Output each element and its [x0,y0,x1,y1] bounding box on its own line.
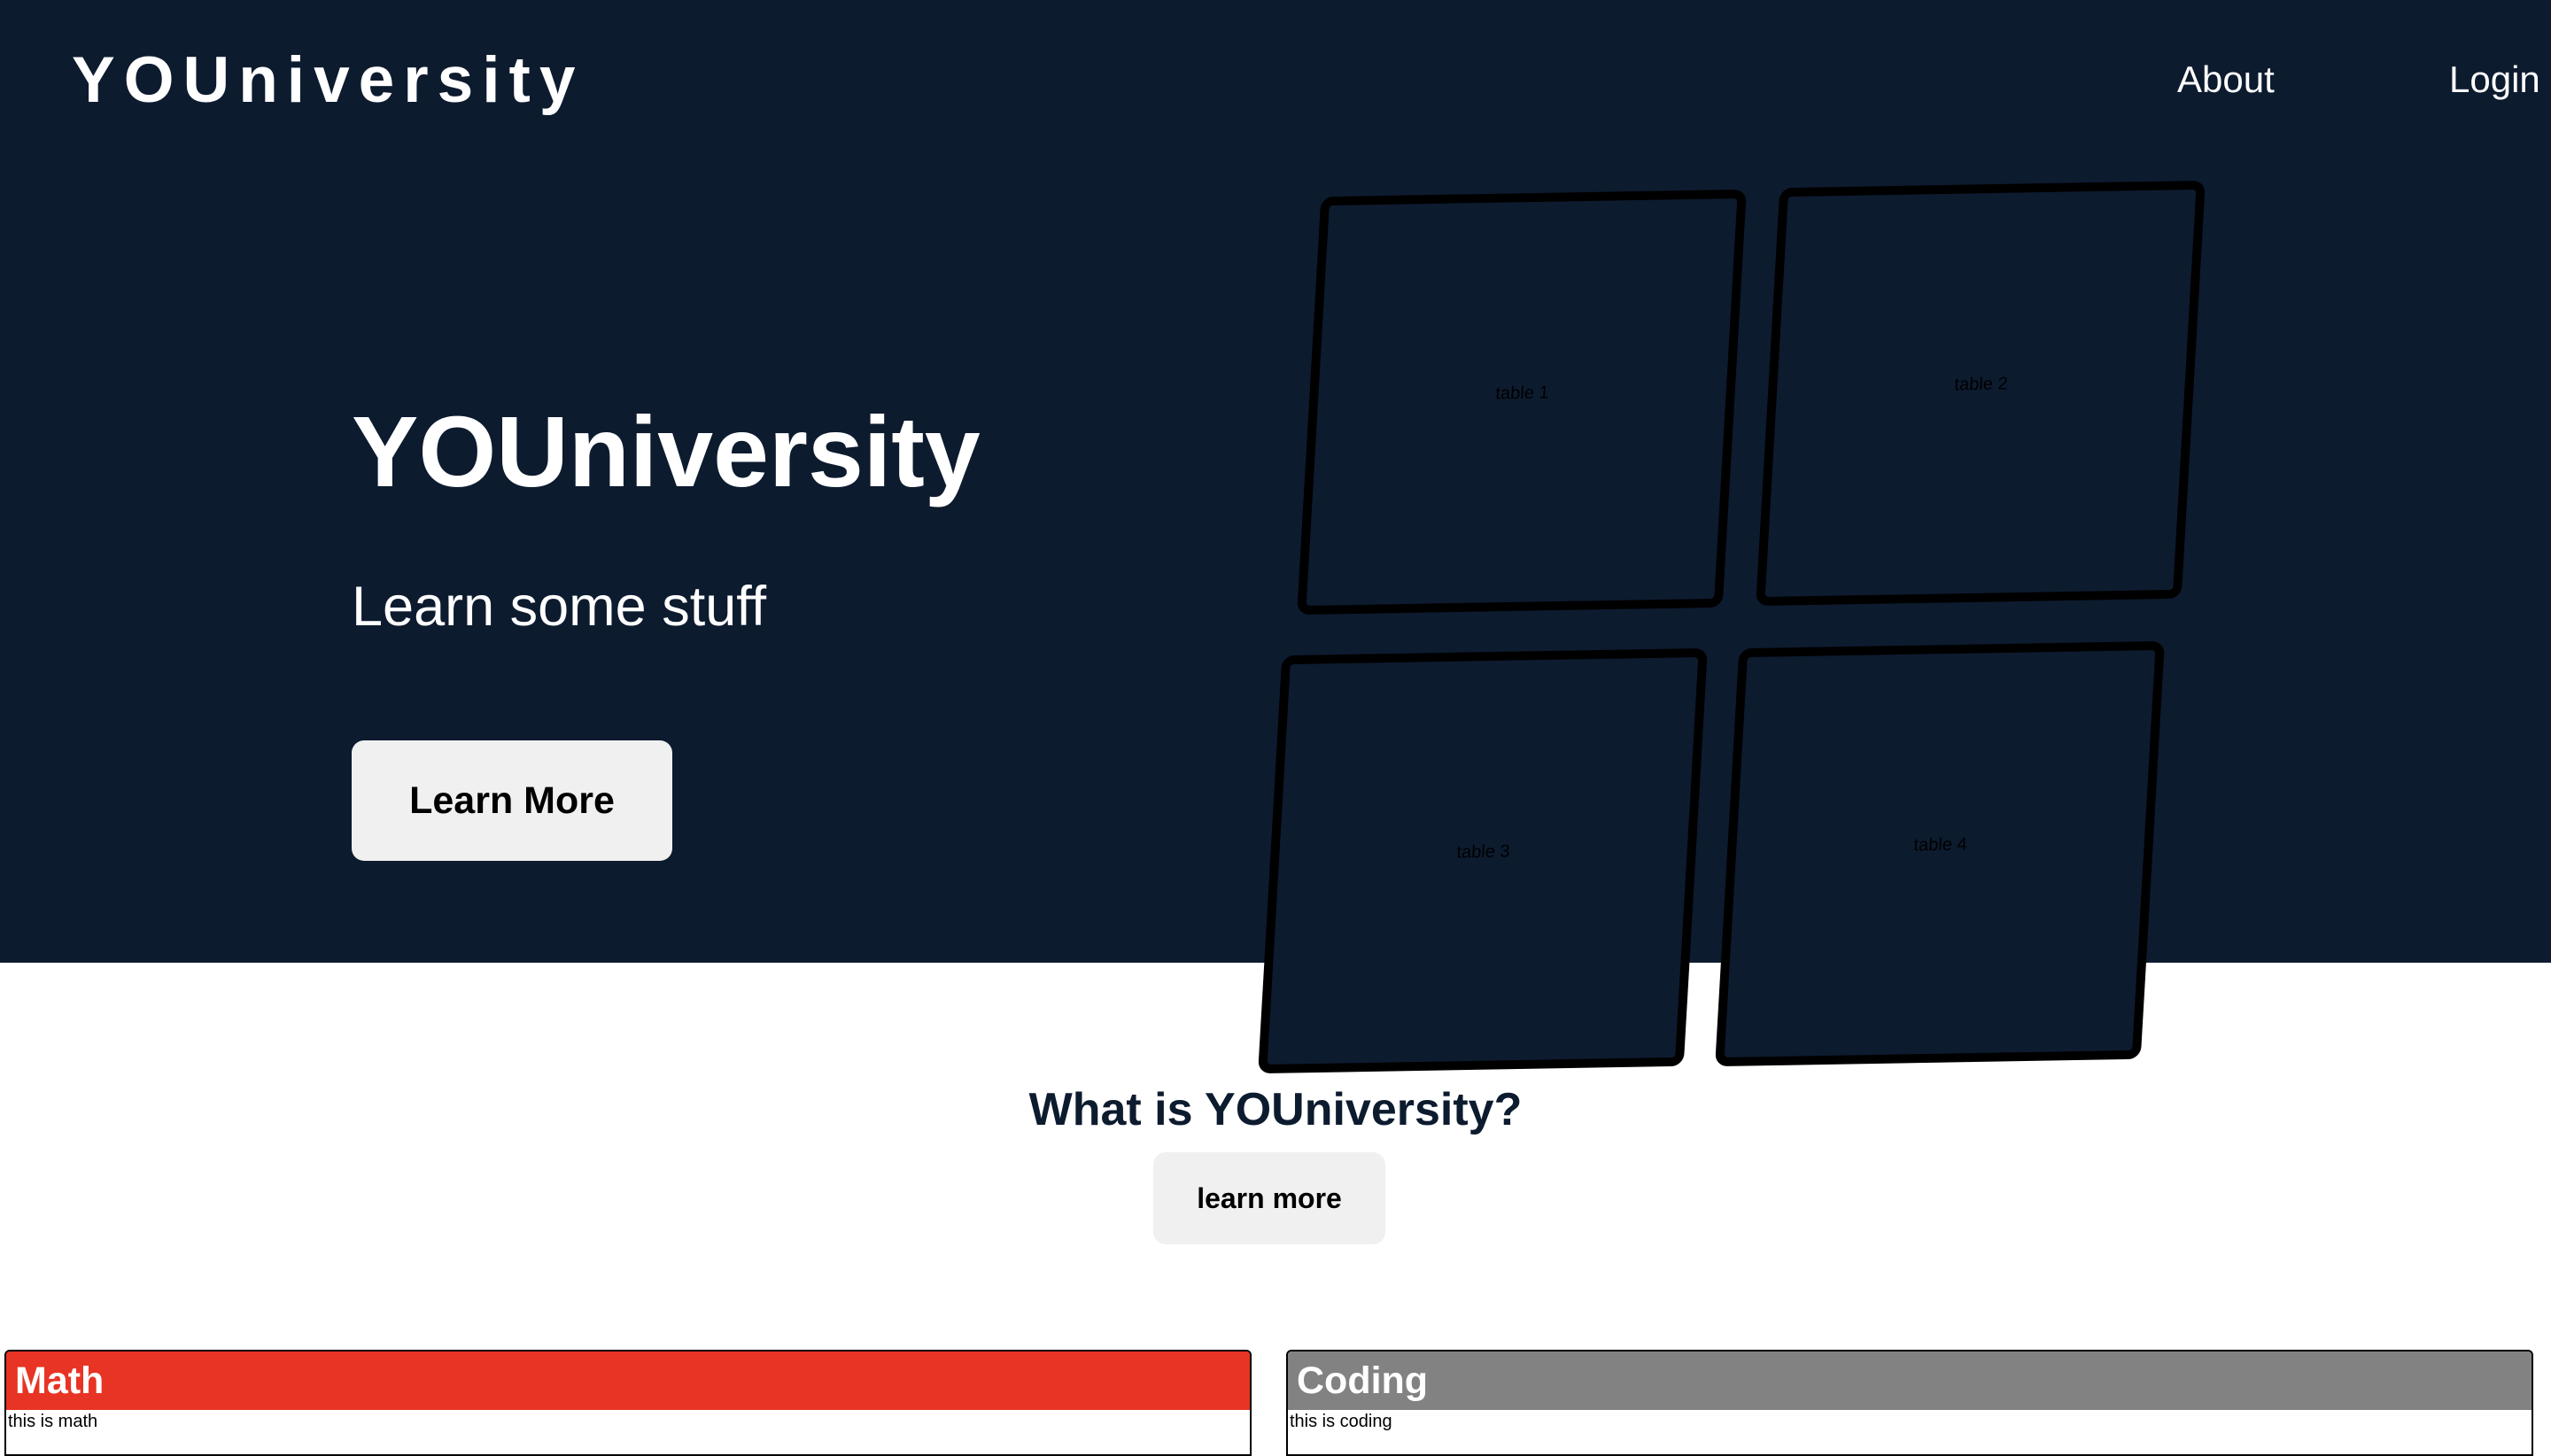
table-card-4[interactable]: table 4 [1715,640,2165,1067]
subject-title: Math [6,1351,1250,1410]
subject-card-math[interactable]: Math this is math [4,1350,1252,1456]
learn-more-button[interactable]: Learn More [352,740,672,861]
about-learn-more-button[interactable]: learn more [1153,1152,1385,1244]
subject-title: Coding [1288,1351,2532,1410]
table-label: table 2 [1953,373,2009,395]
table-label: table 4 [1912,833,1968,856]
table-label: table 1 [1494,382,1550,404]
subject-card-coding[interactable]: Coding this is coding [1286,1350,2533,1456]
subject-description: this is coding [1290,1412,1392,1431]
about-heading: What is YOUniversity? [1028,1084,1523,1135]
site-logo[interactable]: YOUniversity [72,41,584,120]
table-card-1[interactable]: table 1 [1297,189,1747,616]
nav-link-about[interactable]: About [2177,53,2275,106]
table-label: table 3 [1455,840,1511,863]
table-card-2[interactable]: table 2 [1756,180,2206,607]
subject-description: this is math [8,1412,98,1431]
hero-subtitle: Learn some stuff [352,576,767,638]
table-card-3[interactable]: table 3 [1258,647,1708,1074]
top-nav: About Login [1754,53,2551,106]
hero-title: YOUniversity [352,396,981,507]
nav-link-login[interactable]: Login [2449,53,2540,106]
